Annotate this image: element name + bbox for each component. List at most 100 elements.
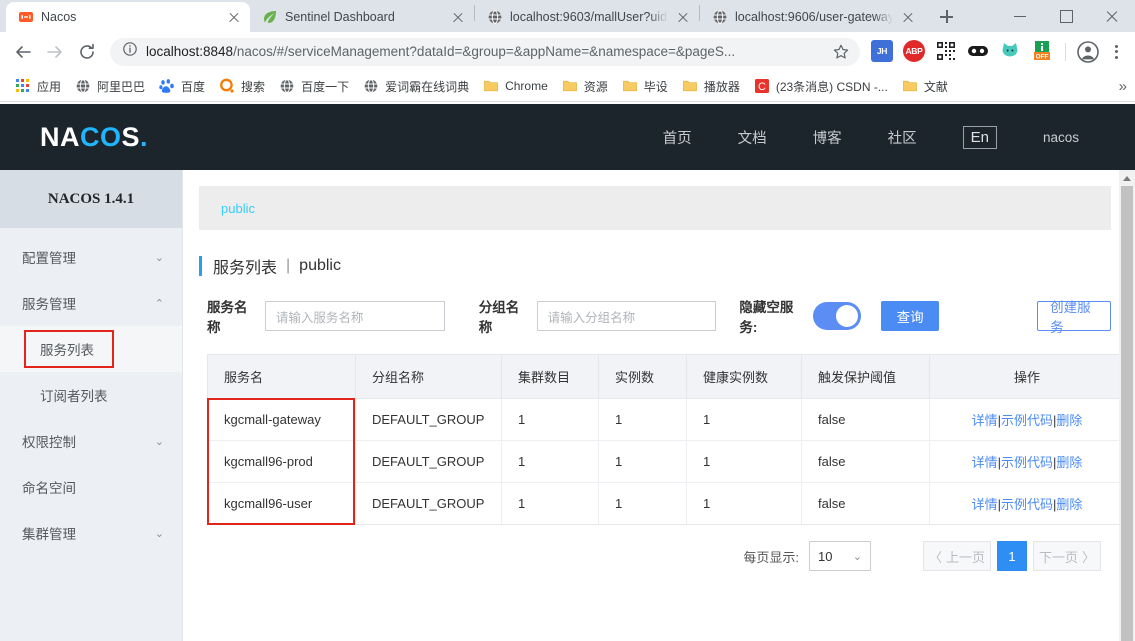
close-icon[interactable]: [450, 9, 466, 25]
delete-link[interactable]: 删除: [1056, 455, 1082, 470]
extension-cat-icon[interactable]: [999, 40, 1023, 64]
sidebar: NACOS 1.4.1 配置管理 ⌄ 服务管理 ⌃ 服务列表 订阅者列表 权限控…: [0, 170, 183, 641]
extension-abp-icon[interactable]: ABP: [903, 39, 927, 64]
forward-arrow-icon[interactable]: [40, 37, 70, 67]
star-icon[interactable]: [832, 43, 850, 61]
extension-jh-icon[interactable]: JH: [871, 39, 895, 64]
column-header-protect-threshold[interactable]: 触发保护阈值: [801, 354, 930, 399]
nav-link-blog[interactable]: 博客: [813, 127, 842, 148]
nav-link-home[interactable]: 首页: [663, 127, 692, 148]
minimize-icon[interactable]: [997, 0, 1043, 32]
sample-code-link[interactable]: 示例代码: [1001, 455, 1053, 470]
sidebar-item-service-management[interactable]: 服务管理 ⌃: [0, 280, 182, 326]
next-page-button[interactable]: 下一页 〉: [1033, 541, 1101, 571]
user-menu[interactable]: nacos: [1043, 130, 1079, 145]
browser-toolbar: localhost:8848/nacos/#/serviceManagement…: [0, 32, 1135, 71]
new-tab-button[interactable]: [932, 3, 960, 31]
bookmarks-overflow-button[interactable]: »: [1119, 78, 1127, 95]
cell-operations: 详情|示例代码|删除: [930, 483, 1125, 525]
page-size-value: 10: [818, 548, 833, 564]
bookmark-folder-chrome[interactable]: Chrome: [476, 75, 555, 97]
language-switch-button[interactable]: En: [962, 125, 997, 149]
nav-link-docs[interactable]: 文档: [738, 127, 767, 148]
close-icon[interactable]: [900, 9, 916, 25]
breadcrumb-namespace[interactable]: public: [221, 201, 255, 216]
maximize-icon[interactable]: [1043, 0, 1089, 32]
extension-qr-code-icon[interactable]: [935, 40, 959, 64]
service-name-input[interactable]: 请输入服务名称: [264, 301, 445, 331]
column-header-cluster-count[interactable]: 集群数目: [501, 354, 599, 399]
extension-proxy-off-icon[interactable]: OFF: [1031, 40, 1055, 64]
delete-link[interactable]: 删除: [1056, 413, 1082, 428]
browser-tab-localhost-9606[interactable]: localhost:9606/user-gateway: [700, 2, 924, 32]
sidebar-item-namespace[interactable]: 命名空间: [0, 464, 182, 510]
sample-code-link[interactable]: 示例代码: [1001, 497, 1053, 512]
apps-grid-icon: [15, 78, 31, 94]
bookmark-folder-bofangqi[interactable]: 播放器: [675, 75, 747, 98]
browser-tab-localhost-9603[interactable]: localhost:9603/mallUser?uid: [475, 2, 699, 32]
back-arrow-icon[interactable]: [8, 37, 38, 67]
info-circle-icon[interactable]: [122, 41, 138, 62]
address-bar[interactable]: localhost:8848/nacos/#/serviceManagement…: [110, 37, 860, 66]
bookmark-folder-wenxian[interactable]: 文献: [895, 75, 955, 98]
baidu-paw-icon: [159, 78, 175, 94]
close-window-icon[interactable]: [1089, 0, 1135, 32]
prev-page-button[interactable]: 〈 上一页: [923, 541, 991, 571]
detail-link[interactable]: 详情: [972, 413, 998, 428]
bookmark-baidu-yixia[interactable]: 百度一下: [272, 75, 356, 98]
bookmark-apps[interactable]: 应用: [8, 75, 68, 98]
column-header-healthy-instance-count[interactable]: 健康实例数: [686, 354, 802, 399]
three-dots-icon[interactable]: [1105, 40, 1127, 64]
sample-code-link[interactable]: 示例代码: [1001, 413, 1053, 428]
nacos-logo[interactable]: NA CO S .: [40, 122, 148, 153]
scrollbar-thumb[interactable]: [1121, 186, 1133, 641]
browser-tab-nacos[interactable]: Nacos: [6, 2, 250, 32]
folder-icon: [902, 78, 918, 94]
bookmark-folder-bishe[interactable]: 毕设: [615, 75, 675, 98]
bookmark-search[interactable]: 搜索: [212, 75, 272, 98]
detail-link[interactable]: 详情: [972, 497, 998, 512]
chevron-left-icon: 〈: [928, 549, 942, 565]
bookmark-iciba[interactable]: 爱词霸在线词典: [356, 75, 476, 98]
close-icon[interactable]: [226, 9, 242, 25]
query-button[interactable]: 查询: [881, 301, 940, 331]
group-name-input[interactable]: 请输入分组名称: [536, 301, 717, 331]
scroll-up-arrow-icon[interactable]: [1119, 170, 1135, 186]
nacos-icon: [18, 9, 34, 25]
cell-healthy-instance-count: 1: [686, 440, 802, 483]
bookmark-csdn[interactable]: C (23条消息) CSDN -...: [747, 75, 895, 98]
page-scrollbar[interactable]: [1119, 170, 1135, 641]
group-name-label: 分组名称: [478, 300, 520, 335]
globe-icon: [75, 78, 91, 94]
bookmark-alibaba[interactable]: 阿里巴巴: [68, 75, 152, 98]
sidebar-version-title: NACOS 1.4.1: [0, 170, 182, 228]
extension-pocket-icon[interactable]: [967, 40, 991, 64]
reload-icon[interactable]: [72, 37, 102, 67]
column-header-group-name[interactable]: 分组名称: [355, 354, 502, 399]
page-buttons: 〈 上一页 1 下一页 〉: [923, 541, 1101, 571]
page-number-1[interactable]: 1: [997, 541, 1027, 571]
column-header-operations[interactable]: 操作: [929, 354, 1125, 399]
account-circle-icon[interactable]: [1076, 40, 1100, 64]
delete-link[interactable]: 删除: [1056, 497, 1082, 512]
sidebar-item-config-management[interactable]: 配置管理 ⌄: [0, 234, 182, 280]
cell-protect-threshold: false: [801, 398, 930, 441]
detail-link[interactable]: 详情: [972, 455, 998, 470]
sidebar-item-service-list[interactable]: 服务列表: [0, 326, 182, 372]
cell-protect-threshold: false: [801, 482, 930, 525]
column-header-service-name[interactable]: 服务名: [207, 354, 356, 399]
bookmark-baidu[interactable]: 百度: [152, 75, 212, 98]
sidebar-item-cluster-management[interactable]: 集群管理 ⌄: [0, 510, 182, 556]
browser-tab-sentinel-dashboard[interactable]: Sentinel Dashboard: [250, 2, 474, 32]
bookmark-folder-ziyuan[interactable]: 资源: [555, 75, 615, 98]
page-size-select[interactable]: 10 ⌄: [809, 541, 871, 571]
sidebar-item-label: 权限控制: [22, 435, 76, 450]
close-icon[interactable]: [675, 9, 691, 25]
sidebar-item-subscriber-list[interactable]: 订阅者列表: [0, 372, 182, 418]
hide-empty-service-toggle[interactable]: [813, 302, 862, 330]
create-service-button[interactable]: 创建服务: [1037, 300, 1111, 335]
sidebar-item-permission-control[interactable]: 权限控制 ⌄: [0, 418, 182, 464]
nav-link-community[interactable]: 社区: [888, 127, 917, 148]
bookmark-label: Chrome: [505, 79, 548, 93]
column-header-instance-count[interactable]: 实例数: [598, 354, 687, 399]
